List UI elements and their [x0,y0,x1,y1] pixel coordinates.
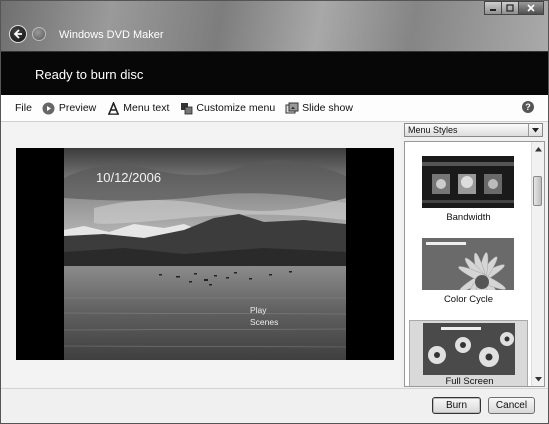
menu-styles-dropdown[interactable]: Menu Styles [404,123,543,137]
style-item-color-cycle[interactable]: Color Cycle [409,230,528,308]
scroll-thumb[interactable] [533,176,542,206]
status-text: Ready to burn disc [35,67,144,82]
menu-styles-list: Bandwidth Color Cycle Full Screen [404,141,545,387]
menu-title-date: 10/12/2006 [96,170,162,185]
close-icon [527,4,535,12]
style-item-bandwidth[interactable]: Bandwidth [409,148,528,226]
minimize-icon [490,9,496,11]
back-button[interactable] [9,25,27,43]
toolbar: File Preview Menu text Customize menu Sl… [1,95,548,122]
customize-menu-label: Customize menu [196,102,276,114]
menu-preview: 10/12/2006 Play Scenes [16,148,394,360]
play-label: Play [250,305,267,315]
text-icon [106,101,120,115]
full-screen-label: Full Screen [445,376,494,387]
menu-text-button[interactable]: Menu text [106,101,169,115]
bandwidth-label: Bandwidth [446,212,491,223]
close-button[interactable] [518,1,544,15]
styles-scrollbar[interactable] [531,142,544,386]
footer-bar: Burn Cancel [1,388,548,423]
full-screen-thumbnail [423,323,515,375]
title-bar: Windows DVD Maker [1,1,548,51]
preview-background-image: 10/12/2006 Play Scenes [64,148,346,360]
customize-icon [179,101,193,115]
chevron-down-icon [528,124,542,136]
slide-show-button[interactable]: Slide show [285,101,353,115]
maximize-button[interactable] [501,1,519,15]
file-menu-label: File [15,102,32,114]
play-scenes-link[interactable]: Play Scenes [250,304,278,328]
maximize-icon [506,4,514,12]
app-title: Windows DVD Maker [59,29,164,41]
dvd-maker-window: Windows DVD Maker Ready to burn disc Fil… [0,0,549,424]
style-item-full-screen[interactable]: Full Screen [409,320,528,387]
cancel-button[interactable]: Cancel [488,397,535,414]
help-icon[interactable]: ? [522,101,534,113]
scroll-down-icon[interactable] [532,373,544,385]
scenes-label: Scenes [250,317,279,327]
file-menu[interactable]: File [15,102,32,114]
window-controls [484,1,544,15]
menu-styles-value: Menu Styles [408,125,458,135]
color-cycle-label: Color Cycle [443,294,494,305]
play-icon [42,101,56,115]
slide-show-label: Slide show [302,102,353,114]
status-banner: Ready to burn disc [1,51,548,95]
scroll-up-icon[interactable] [532,143,544,155]
preview-label: Preview [58,102,97,114]
preview-pane: 10/12/2006 Play Scenes [1,122,401,387]
customize-menu-button[interactable]: Customize menu [179,101,275,115]
minimize-button[interactable] [484,1,502,15]
back-arrow-icon [13,29,22,39]
menu-text-label: Menu text [123,102,170,114]
color-cycle-thumbnail [422,238,514,290]
preview-button[interactable]: Preview [42,101,96,115]
burn-button[interactable]: Burn [432,397,481,414]
slideshow-icon [285,101,299,115]
bandwidth-thumbnail [422,156,514,208]
forward-button[interactable] [32,27,46,41]
